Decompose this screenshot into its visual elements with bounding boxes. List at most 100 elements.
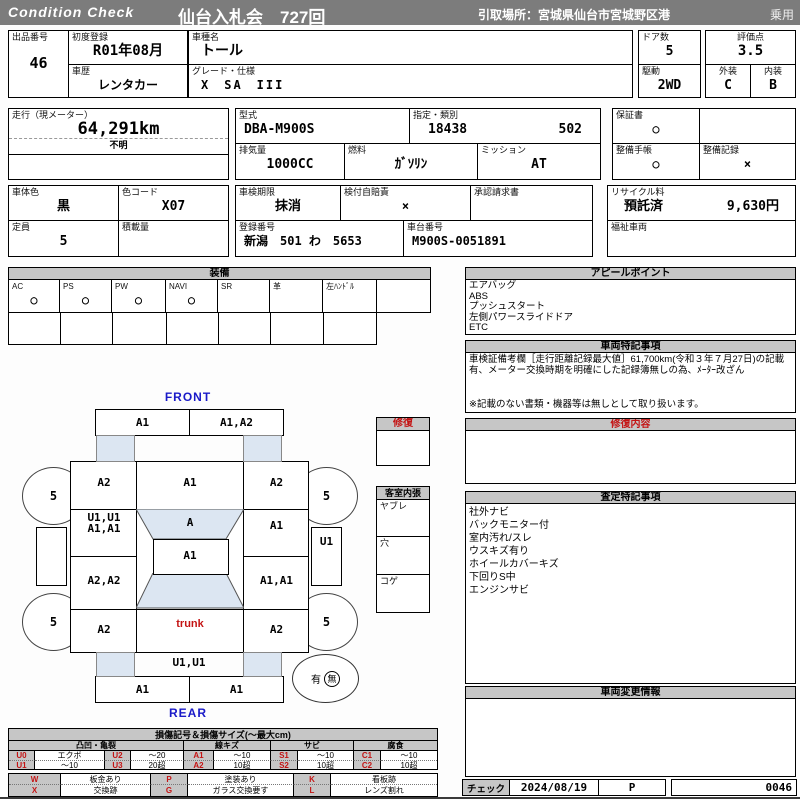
legend-desc: 交換跡 [61, 785, 151, 796]
legend-code: P [151, 774, 188, 785]
registration-number-field: 登録番号 新潟 501 わ 5653 [235, 220, 404, 257]
spare-tire-indicator: 有 無 [292, 654, 359, 703]
cabin-row-label: コゲ [380, 576, 399, 586]
field-label: 検付自賠責 [344, 187, 390, 197]
trunk-mark: trunk [176, 618, 204, 630]
model-name-field: 車種名 トール [188, 30, 633, 65]
check-row: チェック 2024/08/19 P [462, 779, 666, 796]
welfare-vehicle-field: 福祉車両 [607, 220, 796, 257]
cabin-row-tear: ヤブレ [376, 499, 430, 537]
list-item: プッシュスタート [469, 301, 546, 312]
list-item: エアバッグ [469, 280, 517, 291]
load-capacity-field: 積載量 [118, 220, 229, 257]
legend-code: A1 [184, 751, 214, 761]
repair-content-panel [465, 430, 796, 484]
repair-small-header: 修復 [376, 417, 430, 431]
equipment-label: AC [12, 282, 24, 291]
legend-desc: 10超 [400, 761, 418, 770]
equipment-empty-row [8, 312, 377, 345]
recycle-amount: 9,630円 [726, 199, 779, 214]
rear-left-corner-patch [96, 652, 135, 677]
chassis-number-field: 車台番号 M900S-0051891 [403, 220, 593, 257]
field-label: 車検期限 [239, 187, 276, 197]
field-value: AT [531, 157, 547, 172]
lot-number-field: 出品番号 46 [8, 30, 69, 98]
insurance-field: 検付自賠責 × [340, 185, 471, 221]
field-value: レンタカー [97, 78, 158, 92]
appeal-panel: エアバッグ ABS プッシュスタート 左側パワースライドドア ETC [465, 279, 796, 335]
field-label: 燃料 [348, 145, 367, 155]
right-side-sill: U1 [311, 527, 342, 586]
equipment-mark: ○ [134, 293, 143, 307]
vehicle-notes-body: 車検証備考欄［走行距離記録最大値］61,700km(令和３年７月27日)の記載有… [469, 354, 785, 376]
field-value: X SA III [201, 78, 285, 92]
equipment-mark: ○ [30, 293, 38, 307]
legend-group-corrosion: 腐食 [354, 741, 437, 751]
list-item: 室内汚れ/スレ [469, 533, 532, 544]
field-label: 承認請求書 [474, 187, 520, 197]
legend-desc: ガラス交換要す [188, 785, 294, 796]
designation-number: 18438 [428, 122, 468, 137]
approval-request-field: 承認請求書 [470, 185, 593, 221]
right-rear-door-mark: A1,A1 [259, 574, 294, 587]
spare-yes-label: 有 [311, 675, 321, 686]
header-bar: Condition Check 仙台入札会 727回 引取場所：宮城県仙台市宮城… [0, 0, 800, 27]
field-value: × [401, 199, 410, 213]
vehicle-category: 乗用 [769, 8, 794, 22]
field-label: 内装 [763, 66, 782, 76]
legend-code: W [9, 774, 61, 785]
field-value: B [769, 78, 777, 93]
legend-desc: 塗装あり [188, 774, 294, 785]
field-label: 車種名 [192, 32, 220, 42]
equipment-label: 革 [273, 282, 281, 291]
rear-panel-mark: U1,U1 [172, 656, 206, 669]
field-label: 色コード [122, 187, 159, 197]
left-rear-door-mark: A2,A2 [87, 574, 121, 587]
repair-small-panel [376, 430, 430, 466]
field-value: 5 [665, 44, 674, 59]
equipment-cell-ps: PS ○ [59, 279, 112, 313]
front-bumper-right-mark: A1,A2 [219, 416, 254, 429]
class-number: 502 [558, 122, 582, 137]
seam [136, 609, 244, 610]
list-item: ホイールカバーキズ [469, 559, 559, 570]
field-label: ミッション [481, 145, 527, 155]
cabin-row-label: 穴 [380, 538, 390, 548]
car-body: A2 A1 A2 A U1,U1 A1,A1 A1 A1 A2,A2 A1,A1… [70, 461, 309, 653]
diagram-front-label: FRONT [164, 390, 212, 404]
maintenance-book-field: 整備手帳 ○ [612, 143, 700, 180]
legend-code: C1 [354, 751, 381, 761]
damage-legend-table: 損傷記号＆損傷サイズ(～最大cm) 凸凹・亀裂 線キズ サビ 腐食 U0 エクボ… [8, 728, 438, 770]
legend-code: U2 [105, 751, 131, 761]
displacement-field: 排気量 1000CC [235, 143, 345, 180]
grade-spec-field: グレード・仕様 X SA III [188, 64, 633, 98]
equipment-cell-lhd: 左ﾊﾝﾄﾞﾙ [322, 279, 377, 313]
left-front-door-mark: U1,U1 A1,A1 [71, 512, 137, 534]
right-front-door-mark: A1 [269, 519, 284, 532]
field-value: ○ [652, 122, 660, 136]
equipment-label: 左ﾊﾝﾄﾞﾙ [326, 282, 354, 291]
field-value: M900S-0051891 [412, 234, 506, 248]
front-left-corner-patch [96, 435, 135, 462]
inspection-expiry-field: 車検期限 抹消 [235, 185, 341, 221]
sheet-number: 0046 [765, 781, 793, 794]
field-value: R01年08月 [92, 43, 164, 59]
legend-desc: 10超 [214, 761, 271, 769]
field-label: 登録番号 [239, 222, 276, 232]
field-value: 1000CC [266, 157, 314, 172]
seam [243, 509, 308, 510]
field-label: 指定・類別 [413, 110, 459, 120]
legend-title: 損傷記号＆損傷サイズ(～最大cm) [9, 729, 437, 741]
front-bumper: A1 A1,A2 [95, 409, 284, 436]
odometer-note: 不明 [109, 141, 128, 151]
seam [71, 609, 137, 610]
check-label-cell: チェック [463, 780, 510, 795]
legend-desc: ～10 [298, 751, 354, 761]
legend-code: G [151, 785, 188, 796]
legend-code: L [294, 785, 331, 796]
cabin-row-burn: コゲ [376, 574, 430, 613]
recycle-status: 預託済 [624, 199, 664, 214]
field-value: ｶﾞｿﾘﾝ [394, 157, 428, 172]
legend-code: U0 [9, 751, 35, 761]
legend-desc: ～10 [35, 761, 105, 769]
